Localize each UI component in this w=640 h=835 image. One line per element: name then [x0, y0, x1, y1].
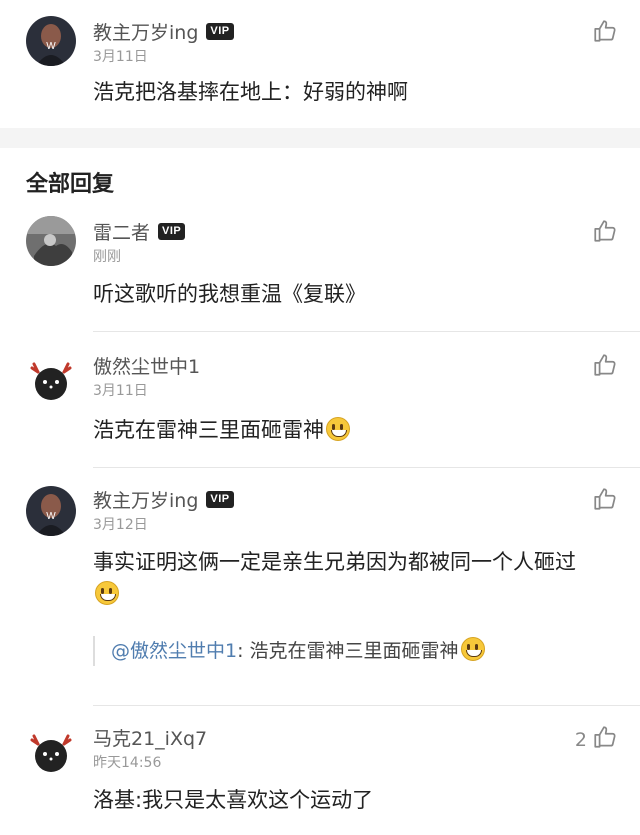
like-button[interactable] — [592, 18, 618, 49]
avatar[interactable]: W — [26, 16, 76, 66]
mention-link[interactable]: @傲然尘世中1 — [111, 640, 237, 662]
comment-text-row: 浩克在雷神三里面砸雷神 — [93, 414, 623, 446]
comment-text: 事实证明这俩一定是亲生兄弟因为都被同一个人砸过 — [93, 550, 576, 574]
thumbs-up-icon — [592, 486, 618, 517]
avatar[interactable]: W — [26, 486, 76, 536]
thumbs-up-icon — [592, 352, 618, 383]
reply-item: 雷二者 VIP 刚刚 听这歌听的我想重温《复联》 — [0, 210, 640, 332]
like-button[interactable] — [592, 352, 618, 383]
username[interactable]: 教主万岁ing — [93, 18, 198, 45]
section-title: 全部回复 — [26, 172, 115, 197]
section-divider — [0, 128, 640, 148]
vip-badge: VIP — [206, 22, 234, 40]
grinning-face-icon — [460, 637, 485, 661]
username[interactable]: 教主万岁ing — [93, 486, 198, 513]
vip-badge: VIP — [206, 490, 234, 508]
thumbs-up-icon — [592, 18, 618, 49]
like-button[interactable] — [592, 218, 618, 249]
like-button[interactable]: 2 — [575, 724, 618, 755]
comment-date: 昨天14:56 — [93, 755, 162, 771]
comment-text: 浩克把洛基摔在地上：好弱的神啊 — [93, 80, 408, 104]
reply-item: 傲然尘世中1 3月11日 浩克在雷神三里面砸雷神 — [0, 332, 640, 468]
comment-date: 3月11日 — [93, 383, 148, 399]
avatar[interactable] — [26, 724, 76, 774]
comment-date: 3月11日 — [93, 49, 148, 65]
avatar[interactable] — [26, 216, 76, 266]
like-button[interactable] — [592, 486, 618, 517]
comment-text-row: 事实证明这俩一定是亲生兄弟因为都被同一个人砸过 — [93, 546, 623, 610]
comment-date: 刚刚 — [93, 249, 121, 265]
thumbs-up-icon — [592, 218, 618, 249]
thumbs-up-icon — [592, 724, 618, 755]
username[interactable]: 雷二者 — [93, 218, 150, 245]
svg-text:W: W — [46, 511, 56, 522]
grinning-face-icon — [95, 581, 119, 605]
reply-item: 马克21_iXq7 昨天14:56 2 洛基:我只是太喜欢这个运动了 — [0, 706, 640, 835]
grinning-face-icon — [326, 417, 350, 441]
vip-badge: VIP — [158, 222, 186, 240]
avatar[interactable] — [26, 352, 76, 402]
quoted-reply: @傲然尘世中1: 浩克在雷神三里面砸雷神 — [93, 636, 613, 666]
like-count: 2 — [574, 728, 587, 751]
username[interactable]: 傲然尘世中1 — [93, 352, 200, 379]
quoted-text: : 浩克在雷神三里面砸雷神 — [237, 640, 459, 662]
reply-item: W 教主万岁ing VIP 3月12日 事实证明这俩一定是亲生兄弟因为都被同一个… — [0, 468, 640, 706]
comment-text: 听这歌听的我想重温《复联》 — [93, 282, 366, 306]
comment-text: 浩克在雷神三里面砸雷神 — [93, 418, 324, 442]
comment-date: 3月12日 — [93, 517, 148, 533]
comment-text: 洛基:我只是太喜欢这个运动了 — [93, 788, 374, 812]
svg-text:W: W — [46, 41, 56, 52]
username[interactable]: 马克21_iXq7 — [93, 724, 207, 751]
top-comment: W 教主万岁ing VIP 3月11日 浩克把洛基摔在地上：好弱的神啊 — [0, 0, 640, 128]
